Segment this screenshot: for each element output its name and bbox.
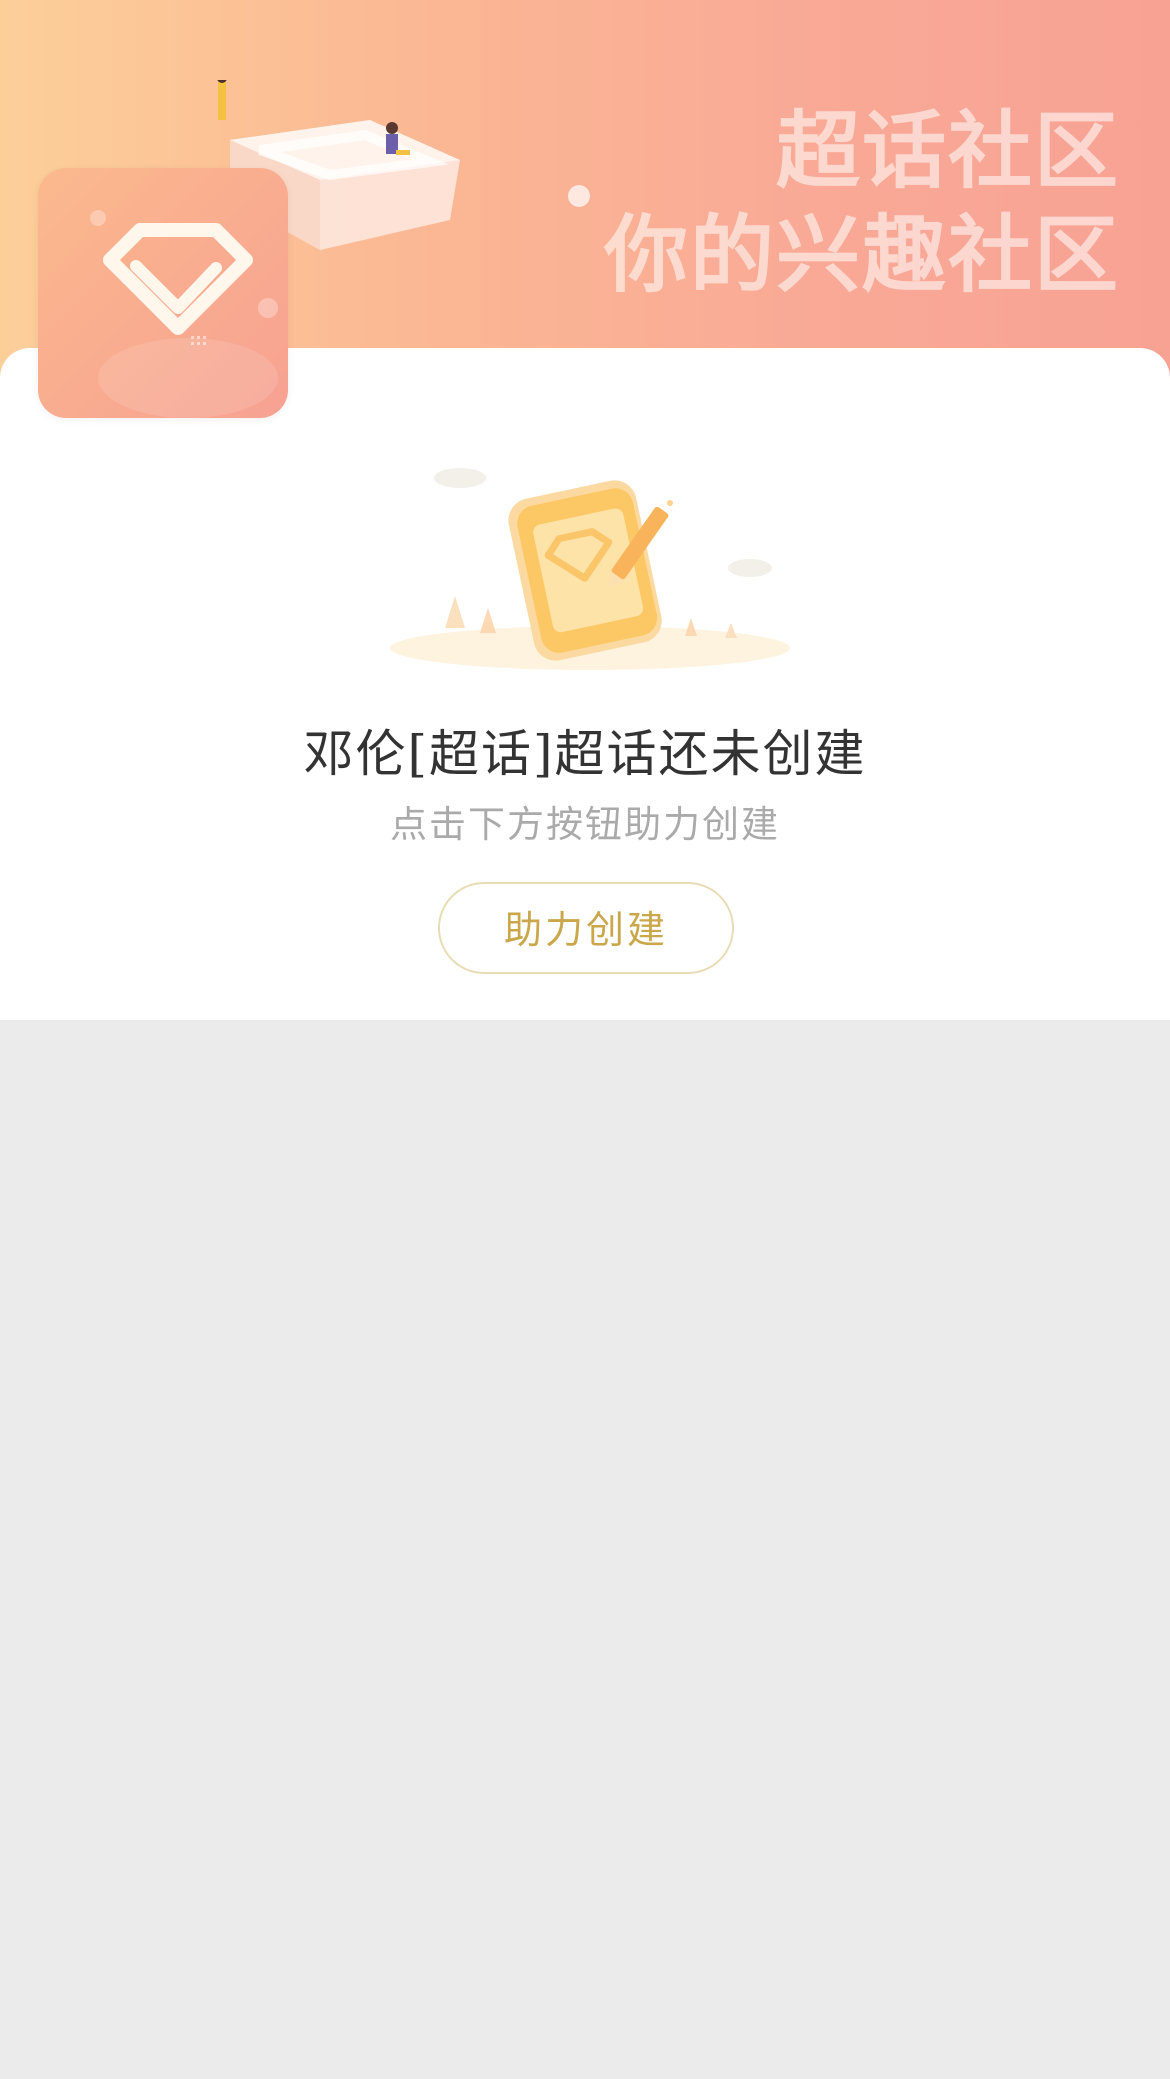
super-topic-page: 超话社区 你的兴趣社区 邓伦[超话]超话还未创建 点击下方按钮助力创建 助力创建 <box>0 0 1170 2079</box>
diamond-icon <box>90 210 278 418</box>
help-create-button[interactable]: 助力创建 <box>438 882 734 974</box>
banner-slogan: 超话社区 你的兴趣社区 <box>604 105 1120 302</box>
empty-state-card: 邓伦[超话]超话还未创建 点击下方按钮助力创建 助力创建 <box>0 348 1170 1020</box>
topic-avatar[interactable] <box>38 168 288 418</box>
empty-state-title: 邓伦[超话]超话还未创建 <box>303 725 867 783</box>
empty-state-subtitle: 点击下方按钮助力创建 <box>390 803 780 846</box>
sparkle-icon <box>568 185 590 207</box>
diamond-notebook-pencil-icon <box>390 468 790 670</box>
slogan-line-2: 你的兴趣社区 <box>603 206 1120 305</box>
slogan-line-1: 超话社区 <box>775 102 1120 200</box>
